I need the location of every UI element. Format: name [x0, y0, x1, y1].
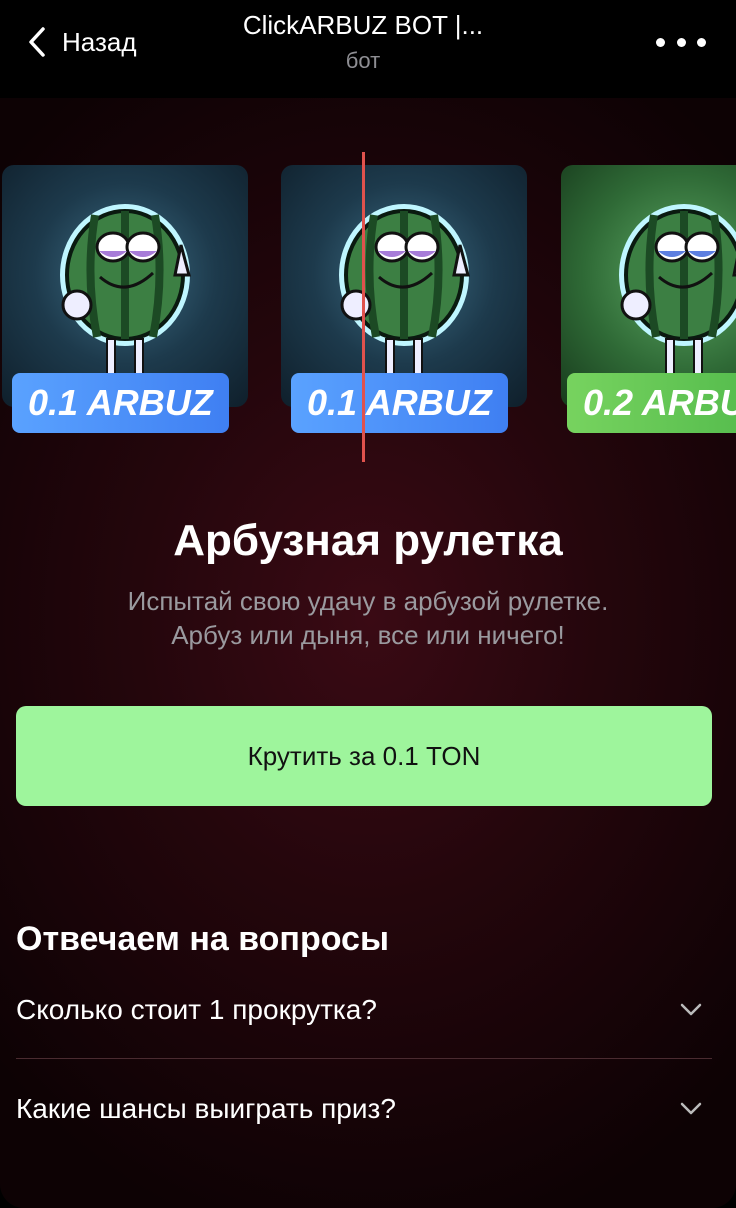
page-title: ClickARBUZ BOT |...	[242, 10, 484, 40]
description-line: Арбуз или дыня, все или ничего!	[171, 620, 565, 650]
page-subtitle: бот	[345, 48, 381, 73]
card-tile	[281, 165, 527, 407]
description-line: Испытай свою удачу в арбузой рулетке.	[127, 586, 609, 616]
prize-badge: 0.1 ARBUZ	[291, 373, 508, 433]
card-tile	[561, 165, 736, 407]
roulette-card: 0.2 ARBUZ	[561, 165, 736, 437]
faq-question: Сколько стоит 1 прокрутка?	[16, 994, 377, 1025]
back-label: Назад	[62, 26, 137, 57]
top-bar: Назад ClickARBUZ BOT |... бот	[0, 0, 736, 98]
watermelon-mascot-icon	[60, 204, 191, 376]
chevron-left-icon	[29, 27, 45, 57]
roulette-strip: 0.1 ARBUZ 0.1 ARBUZ 0.2 ARB	[0, 165, 736, 437]
watermelon-mascot-icon	[339, 204, 470, 376]
roulette-pointer	[362, 152, 365, 462]
card-tile	[2, 165, 248, 407]
section-heading: Арбузная рулетка	[173, 516, 563, 565]
faq-question: Какие шансы выиграть приз?	[16, 1093, 396, 1124]
chevron-down-icon	[680, 1102, 702, 1115]
roulette-card: 0.1 ARBUZ	[2, 165, 248, 437]
more-dot-icon	[676, 37, 686, 47]
watermelon-mascot-icon	[619, 204, 736, 376]
section-description: Испытай свою удачу в арбузой рулетке. Ар…	[40, 584, 696, 652]
prize-badge: 0.1 ARBUZ	[12, 373, 229, 433]
faq-item[interactable]: Какие шансы выиграть приз?	[16, 1059, 712, 1159]
roulette-page: 0.1 ARBUZ 0.1 ARBUZ 0.2 ARB Арбузная рул…	[0, 98, 736, 1208]
faq-title: Отвечаем на вопросы	[16, 920, 390, 958]
back-button[interactable]: Назад	[26, 26, 137, 58]
spin-button[interactable]: Крутить за 0.1 TON	[16, 706, 712, 806]
roulette-card: 0.1 ARBUZ	[281, 165, 527, 437]
faq-item[interactable]: Сколько стоит 1 прокрутка?	[16, 960, 712, 1060]
prize-badge: 0.2 ARBUZ	[567, 373, 736, 433]
more-dot-icon	[656, 37, 665, 47]
more-dot-icon	[697, 37, 706, 47]
chevron-down-icon	[680, 1003, 702, 1016]
more-options-button[interactable]	[656, 30, 706, 54]
